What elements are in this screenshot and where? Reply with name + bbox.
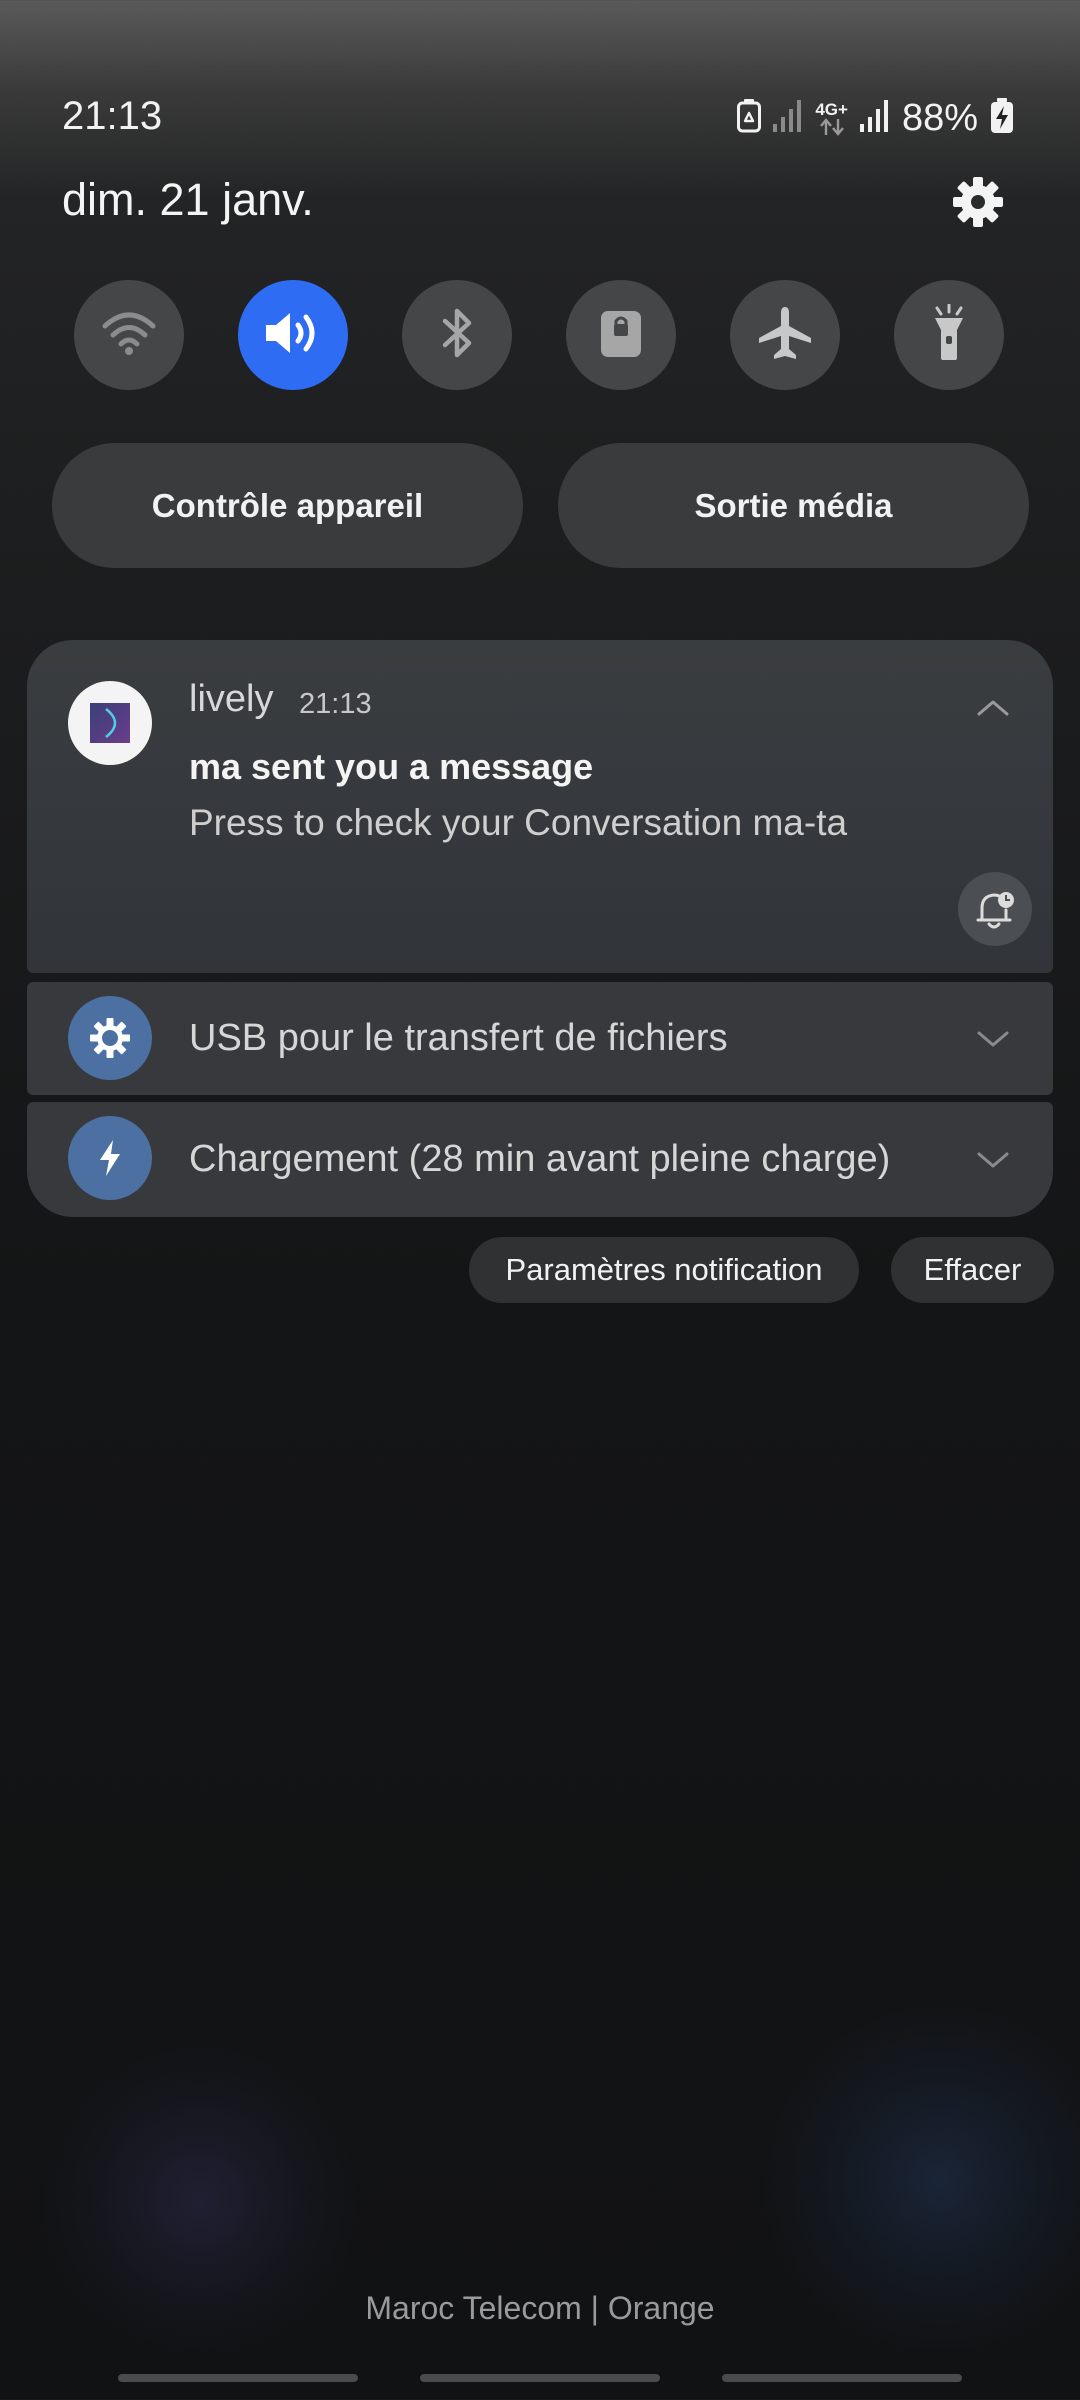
sound-toggle[interactable] [238,280,348,390]
rotation-lock-toggle[interactable] [566,280,676,390]
flashlight-toggle[interactable] [894,280,1004,390]
battery-charging-icon [990,97,1014,139]
bluetooth-icon [437,305,477,366]
network-type-label: 4G+ [815,99,848,119]
chevron-down-icon[interactable] [975,1148,1011,1172]
signal-icon [773,99,803,137]
snooze-bell-icon[interactable] [958,872,1032,946]
wifi-icon [101,310,157,361]
status-icons: 4G+ 88% [737,94,1014,142]
notification-settings-button[interactable]: Paramètres notification [469,1237,859,1303]
notification-card-usb[interactable]: USB pour le transfert de fichiers [27,982,1053,1095]
speaker-icon [262,307,324,364]
date-label: dim. 21 janv. [62,174,314,225]
nav-handle-right[interactable] [722,2374,962,2382]
clear-button[interactable]: Effacer [891,1237,1054,1303]
usb-notification-text: USB pour le transfert de fichiers [189,1017,728,1059]
notification-card-lively[interactable]: lively 21:13 ma sent you a message Press… [27,640,1053,973]
bluetooth-toggle[interactable] [402,280,512,390]
carrier-label: Maroc Telecom | Orange [365,2290,715,2326]
lock-icon [599,307,643,364]
lively-app-icon [68,681,152,765]
chevron-down-icon[interactable] [975,1027,1011,1051]
device-control-button[interactable]: Contrôle appareil [52,443,523,568]
notification-body: Press to check your Conversation ma-ta [189,802,848,843]
recycle-battery-icon [737,98,762,138]
signal-icon [859,99,890,137]
media-output-button[interactable]: Sortie média [558,443,1029,568]
wifi-toggle[interactable] [74,280,184,390]
gear-icon[interactable] [952,176,1004,228]
status-time: 21:13 [62,94,163,138]
lightning-icon [68,1116,152,1200]
notification-title: ma sent you a message [189,746,594,787]
notification-app-name: lively [189,678,274,720]
notification-time: 21:13 [299,688,372,720]
usb-settings-icon [68,996,152,1080]
nav-handle-left[interactable] [118,2374,358,2382]
nav-handle-center[interactable] [420,2374,660,2382]
quick-settings-row [74,280,1004,390]
notification-card-charging[interactable]: Chargement (28 min avant pleine charge) [27,1102,1053,1217]
flashlight-icon [929,303,969,367]
charging-notification-text: Chargement (28 min avant pleine charge) [189,1138,891,1180]
airplane-icon [756,304,814,367]
airplane-mode-toggle[interactable] [730,280,840,390]
chevron-up-icon[interactable] [975,696,1011,720]
battery-percent: 88% [901,96,978,139]
4g-plus-icon: 4G+ [815,101,848,136]
